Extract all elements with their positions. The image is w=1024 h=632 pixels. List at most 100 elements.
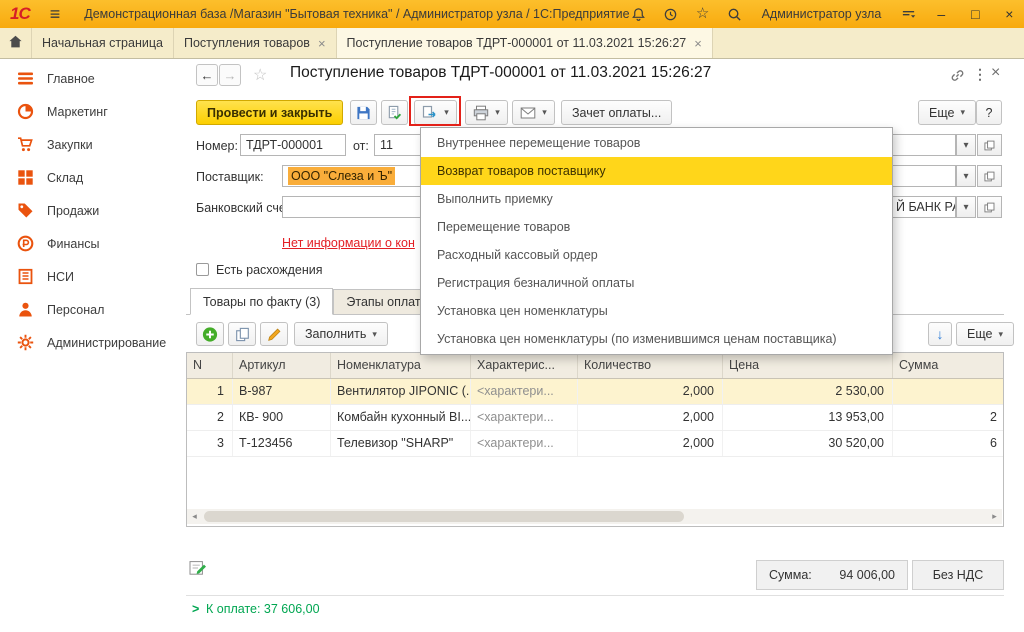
home-tab[interactable] (0, 28, 32, 58)
get-link-icon[interactable] (950, 68, 965, 86)
sidebar-item-purchases[interactable]: Закупки (0, 128, 186, 161)
column-header[interactable]: Сумма (893, 353, 1004, 378)
supplier-field[interactable]: ООО "Слеза и Ъ" (282, 165, 434, 187)
bank-account-label: Банковский счет: (196, 201, 295, 215)
tab-start-page[interactable]: Начальная страница (32, 28, 174, 58)
forward-button[interactable]: → (219, 64, 241, 86)
close-document-icon[interactable]: × (991, 64, 1000, 82)
home-icon (8, 34, 23, 52)
tab-close-icon[interactable]: × (694, 36, 702, 51)
tab-goods-receipts-list[interactable]: Поступления товаров × (174, 28, 337, 58)
hamburger-menu-icon[interactable]: ≡ (50, 4, 61, 25)
kebab-menu-icon[interactable]: ⋮ (973, 66, 987, 83)
scroll-left-icon[interactable]: ◂ (187, 511, 202, 522)
open-button[interactable] (977, 165, 1002, 187)
column-header[interactable]: Характерис... (471, 353, 578, 378)
notifications-bell-icon[interactable] (630, 5, 648, 23)
table-row[interactable]: 2 КВ- 900 Комбайн кухонный BI... <характ… (187, 405, 1003, 431)
column-header[interactable]: Количество (578, 353, 723, 378)
open-button[interactable] (977, 134, 1002, 156)
table-more-button[interactable]: Еще ▾ (956, 322, 1014, 346)
move-row-down-button[interactable]: ↓ (928, 322, 952, 346)
horizontal-scrollbar[interactable]: ◂ ▸ (187, 509, 1002, 524)
sidebar-item-main[interactable]: Главное (0, 62, 186, 95)
table-row[interactable]: 3 Т-123456 Телевизор "SHARP" <характери.… (187, 431, 1003, 457)
menu-item-set-item-prices[interactable]: Установка цен номенклатуры (421, 297, 892, 325)
post-and-close-button[interactable]: Провести и закрыть (196, 100, 343, 125)
minimize-button[interactable]: – (931, 6, 951, 22)
menu-item-internal-transfer[interactable]: Внутреннее перемещение товаров (421, 129, 892, 157)
sidebar-item-label: Персонал (47, 303, 104, 317)
back-arrow-icon: ← (201, 68, 214, 83)
open-button[interactable] (977, 196, 1002, 218)
comment-compose-icon[interactable] (189, 559, 208, 579)
number-field[interactable]: ТДРТ-000001 (240, 134, 346, 156)
sidebar-item-nsi[interactable]: НСИ (0, 260, 186, 293)
bank-account-field[interactable] (282, 196, 434, 218)
help-button[interactable]: ? (976, 100, 1002, 125)
payment-offset-button[interactable]: Зачет оплаты... (561, 100, 672, 125)
scroll-right-icon[interactable]: ▸ (987, 511, 1002, 522)
menu-item-perform-acceptance[interactable]: Выполнить приемку (421, 185, 892, 213)
sidebar-item-personnel[interactable]: Персонал (0, 293, 186, 326)
choose-dropdown-button[interactable]: ▾ (956, 134, 976, 156)
tab-close-icon[interactable]: × (318, 36, 326, 51)
close-window-button[interactable]: × (999, 6, 1019, 22)
person-icon (17, 301, 34, 318)
copy-row-button[interactable] (228, 322, 256, 346)
column-header[interactable]: Цена (723, 353, 893, 378)
chevron-down-icon: ▾ (372, 329, 377, 340)
menu-item-cash-outflow-order[interactable]: Расходный кассовый ордер (421, 241, 892, 269)
sidebar-item-warehouse[interactable]: Склад (0, 161, 186, 194)
search-icon[interactable] (726, 5, 744, 23)
favorite-star-icon[interactable]: ☆ (253, 65, 267, 85)
choose-dropdown-button[interactable]: ▾ (956, 165, 976, 187)
menu-item-cashless-payment-registration[interactable]: Регистрация безналичной оплаты (421, 269, 892, 297)
copy-icon (984, 140, 995, 151)
no-contract-info-link[interactable]: Нет информации о кон (282, 236, 420, 250)
column-header[interactable]: N (187, 353, 233, 378)
sidebar-item-marketing[interactable]: Маркетинг (0, 95, 186, 128)
discrepancies-label: Есть расхождения (216, 263, 323, 277)
menu-item-return-to-supplier[interactable]: Возврат товаров поставщику (421, 157, 892, 185)
pencil-icon (267, 327, 282, 342)
post-button[interactable] (381, 100, 408, 125)
save-button[interactable] (350, 100, 377, 125)
choose-dropdown-button[interactable]: ▾ (956, 196, 976, 218)
sidebar-item-label: НСИ (47, 270, 74, 284)
history-icon[interactable] (662, 5, 680, 23)
document-title: Поступление товаров ТДРТ-000001 от 11.03… (290, 64, 711, 82)
tab-goods-by-fact[interactable]: Товары по факту (3) (190, 288, 333, 315)
column-header[interactable]: Артикул (233, 353, 331, 378)
chevron-down-icon: ▾ (960, 107, 965, 118)
window-title: Демонстрационная база /Магазин "Бытовая … (84, 7, 629, 21)
send-button[interactable]: ▾ (512, 100, 555, 125)
add-row-button[interactable] (196, 322, 224, 346)
scrollbar-thumb[interactable] (204, 511, 684, 522)
print-button[interactable]: ▾ (465, 100, 508, 125)
payable-link[interactable]: К оплате: 37 606,00 (206, 602, 320, 616)
sidebar-item-label: Администрирование (47, 336, 166, 350)
edit-row-button[interactable] (260, 322, 288, 346)
sidebar-item-finance[interactable]: Финансы (0, 227, 186, 260)
maximize-button[interactable]: □ (965, 6, 985, 22)
sidebar-item-sales[interactable]: Продажи (0, 194, 186, 227)
menu-item-set-item-prices-by-changed[interactable]: Установка цен номенклатуры (по изменивши… (421, 325, 892, 353)
cell-price: 30 520,00 (723, 431, 893, 456)
collapse-panels-icon[interactable] (899, 5, 917, 23)
column-header[interactable]: Номенклатура (331, 353, 471, 378)
favorites-star-icon[interactable]: ☆ (694, 5, 712, 23)
scrollbar-track[interactable] (202, 509, 987, 524)
fill-button[interactable]: Заполнить ▾ (294, 322, 388, 346)
more-button[interactable]: Еще ▾ (918, 100, 976, 125)
table-row[interactable]: 1 В-987 Вентилятор JIPONIC (... <характе… (187, 379, 1003, 405)
chevron-down-icon: ▾ (998, 329, 1003, 340)
menu-item-goods-transfer[interactable]: Перемещение товаров (421, 213, 892, 241)
sidebar-item-administration[interactable]: Администрирование (0, 326, 186, 359)
tab-goods-receipt-document[interactable]: Поступление товаров ТДРТ-000001 от 11.03… (337, 28, 713, 58)
back-button[interactable]: ← (196, 64, 218, 86)
number-label: Номер: (196, 139, 238, 153)
chevron-down-icon: ▾ (495, 107, 500, 118)
inner-tab-bar: Товары по факту (3) Этапы оплат (3) (190, 288, 452, 315)
discrepancies-checkbox[interactable] (196, 263, 209, 276)
